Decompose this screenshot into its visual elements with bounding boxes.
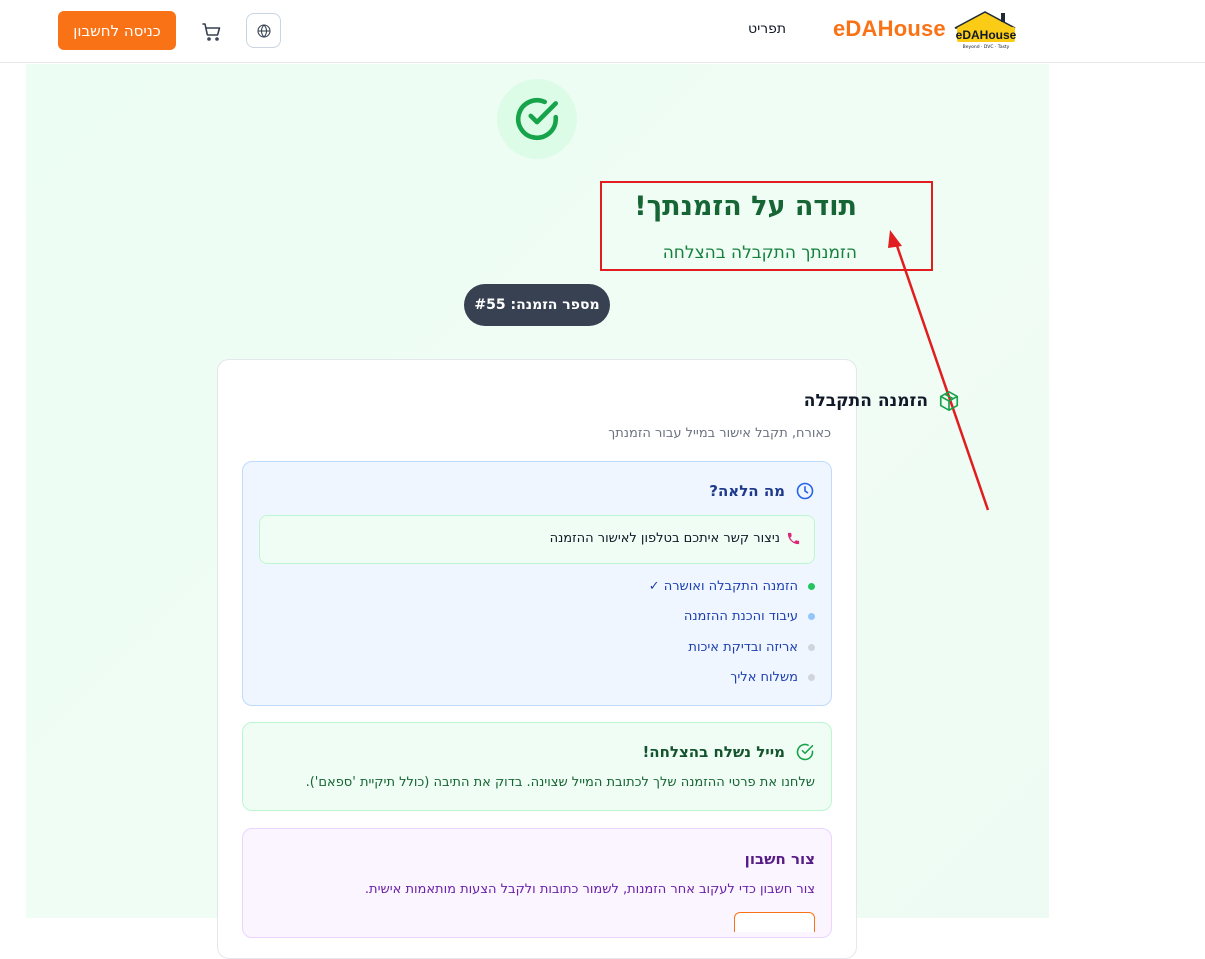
- svg-text:Beyond · DVC · Tasty: Beyond · DVC · Tasty: [963, 44, 1010, 50]
- step-dot: [808, 644, 815, 651]
- email-sent-text: שלחנו את פרטי ההזמנה שלך לכתובת המייל שצ…: [305, 775, 815, 790]
- success-badge: [497, 79, 577, 159]
- check-circle-icon: [796, 743, 814, 761]
- step-item: אריזה ובדיקת איכות: [688, 640, 815, 655]
- svg-text:eDAHouse: eDAHouse: [956, 28, 1017, 42]
- email-sent-heading-label: מייל נשלח בהצלחה!: [642, 743, 785, 761]
- globe-icon: [256, 23, 271, 38]
- step-label: אריזה ובדיקת איכות: [688, 640, 798, 655]
- create-account-heading: צור חשבון: [744, 850, 815, 868]
- step-item: עיבוד והכנת ההזמנה: [684, 609, 815, 624]
- next-steps-heading: מה הלאה?: [709, 481, 815, 501]
- language-button[interactable]: [246, 13, 281, 48]
- login-button[interactable]: כניסה לחשבון: [58, 11, 176, 50]
- check-circle-icon: [516, 97, 559, 141]
- package-icon: [939, 391, 959, 411]
- email-sent-panel: [242, 722, 832, 811]
- cart-icon[interactable]: [200, 20, 224, 44]
- contact-notice-label: ניצור קשר איתכם בטלפון לאישור ההזמנה: [549, 531, 780, 546]
- card-title-label: הזמנה התקבלה: [803, 391, 928, 411]
- step-dot: [808, 613, 815, 620]
- contact-notice-text: ניצור קשר איתכם בטלפון לאישור ההזמנה: [550, 531, 801, 546]
- create-account-button[interactable]: [734, 912, 815, 932]
- step-label: משלוח אליך: [730, 670, 798, 685]
- annotation-arrow: [888, 230, 990, 511]
- menu-link[interactable]: תפריט: [748, 21, 786, 37]
- card-title: הזמנה התקבלה: [804, 390, 960, 412]
- email-sent-heading: מייל נשלח בהצלחה!: [642, 742, 815, 762]
- card-subtitle: כאורח, תקבל אישור במייל עבור הזמנתך: [608, 426, 831, 441]
- step-dot: [808, 674, 815, 681]
- step-label: עיבוד והכנת ההזמנה: [683, 609, 798, 624]
- order-number-badge: מספר הזמנה: #55: [464, 284, 610, 326]
- brand-logo[interactable]: eDAHouse Beyond · DVC · Tasty: [951, 10, 1019, 52]
- step-item: משלוח אליך: [730, 670, 815, 685]
- top-navbar: כניסה לחשבון תפריט eDAHouse eDAHouse Bey…: [0, 0, 1205, 63]
- clock-icon: [796, 482, 814, 500]
- step-dot: [808, 583, 815, 590]
- create-account-text: צור חשבון כדי לעקוב אחר הזמנות, לשמור כת…: [364, 882, 815, 897]
- brand-name[interactable]: eDAHouse: [833, 16, 946, 42]
- step-label: הזמנה התקבלה ואושרה ✓: [648, 579, 798, 594]
- phone-icon: [787, 532, 800, 545]
- next-steps-heading-label: מה הלאה?: [709, 482, 785, 500]
- step-item: הזמנה התקבלה ואושרה ✓: [649, 579, 815, 594]
